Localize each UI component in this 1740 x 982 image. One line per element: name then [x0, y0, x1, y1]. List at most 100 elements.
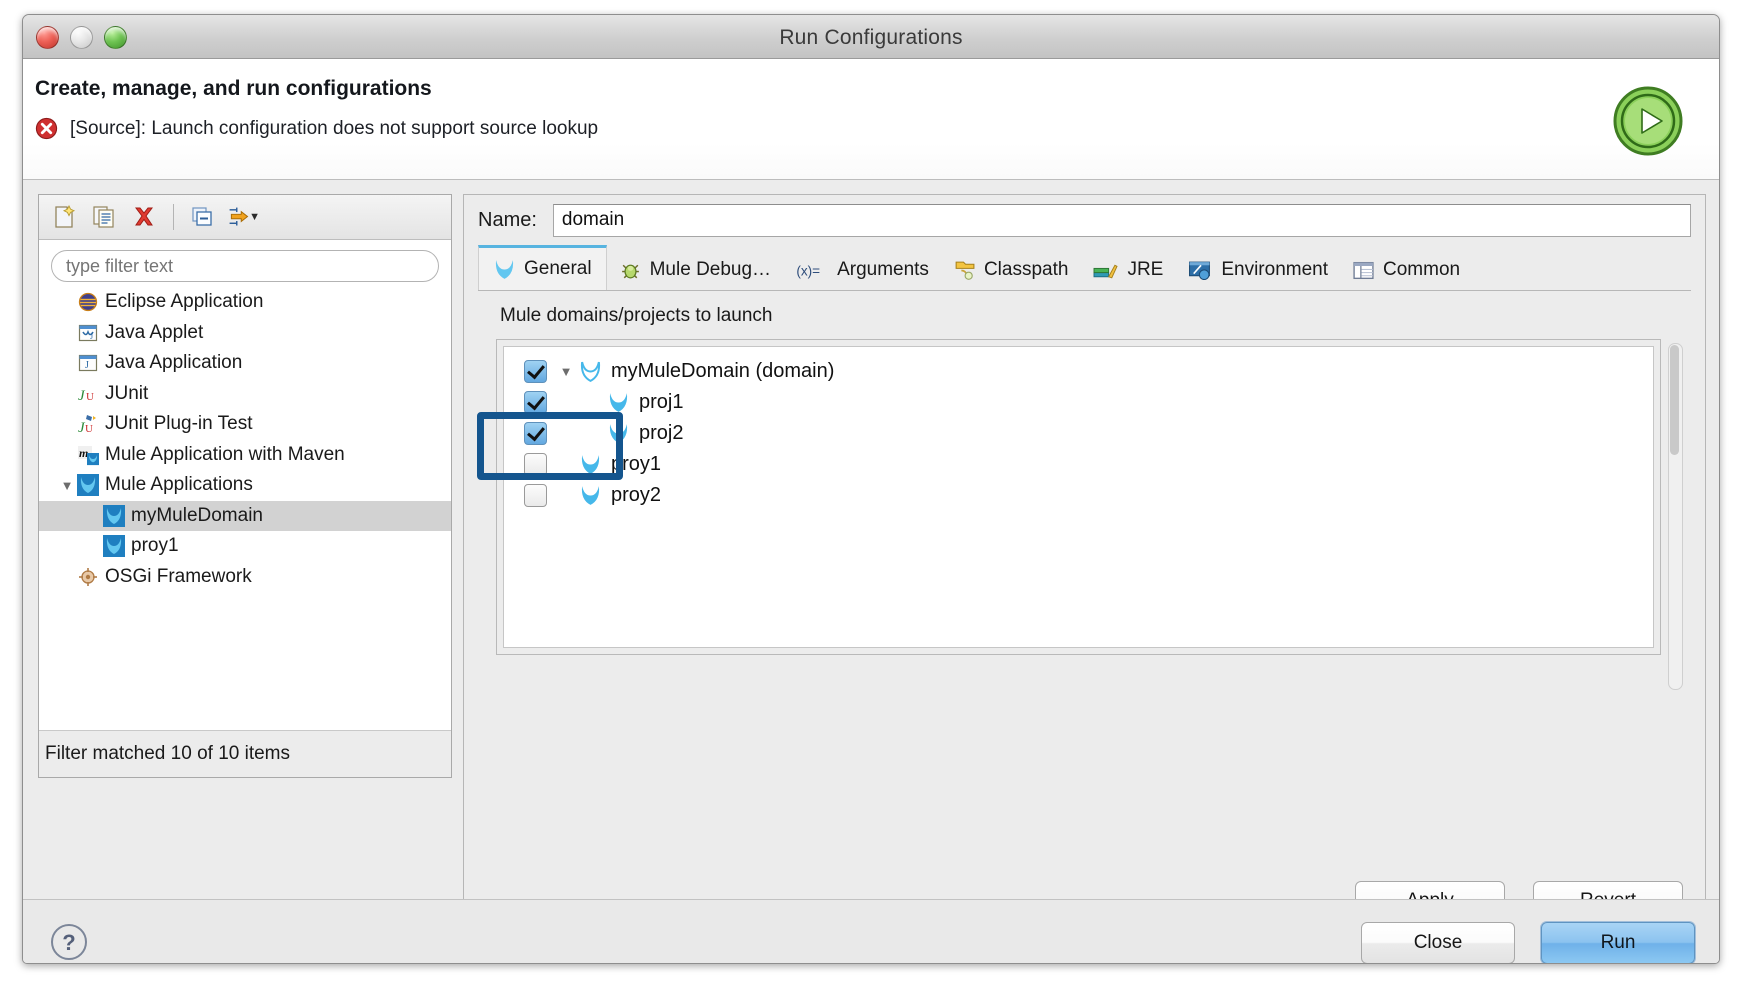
tree-item-java-applet[interactable]: J Java Applet — [39, 318, 451, 349]
mule-icon — [77, 474, 99, 496]
name-label: Name: — [478, 209, 537, 232]
tree-item-proy1[interactable]: proy1 — [39, 531, 451, 562]
tree-item-eclipse-application[interactable]: Eclipse Application — [39, 287, 451, 318]
tree-item-mule-application-with-maven[interactable]: m Mule Application with Maven — [39, 440, 451, 471]
tree-item-label: Mule Application with Maven — [105, 444, 345, 466]
launch-row-label: proy2 — [611, 484, 661, 507]
mule-icon — [607, 391, 630, 414]
svg-text:m: m — [79, 446, 88, 460]
filter-arrow-icon — [226, 204, 251, 230]
tree-item-label: myMuleDomain — [131, 505, 263, 527]
duplicate-launch-configuration-button[interactable] — [87, 200, 121, 234]
tree-item-mymuledomain[interactable]: myMuleDomain — [39, 501, 451, 532]
mule-maven-icon: m — [77, 444, 99, 466]
scrollbar-thumb[interactable] — [1670, 345, 1679, 455]
tab-mule-debug[interactable]: Mule Debug… — [607, 250, 783, 290]
osgi-icon — [77, 566, 99, 588]
collapse-all-button[interactable] — [186, 200, 220, 234]
tree-item-mule-applications[interactable]: ▼ Mule Applications — [39, 470, 451, 501]
launch-row-mymuledomain[interactable]: ▼ myMuleDomain (domain) — [504, 356, 1653, 387]
tab-classpath[interactable]: Classpath — [941, 250, 1081, 290]
launch-targets-box: ▼ myMuleDomain (domain) — [496, 339, 1661, 655]
tree-item-osgi-framework[interactable]: OSGi Framework — [39, 562, 451, 593]
run-button[interactable]: Run — [1541, 922, 1695, 964]
mule-icon — [103, 505, 125, 527]
tree-item-label: JUnit — [105, 383, 148, 405]
chevron-down-icon[interactable]: ▼ — [57, 478, 77, 493]
vertical-scrollbar[interactable] — [1668, 343, 1683, 690]
group-label: Mule domains/projects to launch — [478, 291, 1691, 335]
mule-icon — [579, 484, 602, 507]
launch-config-tree[interactable]: Eclipse Application J Java Applet — [39, 287, 451, 730]
tree-item-label: JUnit Plug-in Test — [105, 413, 253, 435]
launch-row-proj1[interactable]: proj1 — [504, 387, 1653, 418]
launch-checkbox[interactable] — [524, 453, 547, 476]
error-icon — [35, 117, 58, 140]
tab-environment[interactable]: Environment — [1175, 250, 1340, 290]
classpath-icon — [953, 259, 976, 282]
environment-icon — [1187, 259, 1213, 282]
tab-label: JRE — [1127, 259, 1163, 281]
tree-item-label: Java Application — [105, 352, 242, 374]
launch-checkbox[interactable] — [524, 422, 547, 445]
red-x-icon — [131, 204, 157, 230]
tree-item-label: Mule Applications — [105, 474, 253, 496]
tab-label: Classpath — [984, 259, 1069, 281]
delete-launch-configuration-button[interactable] — [127, 200, 161, 234]
resize-grip[interactable] — [1697, 963, 1713, 964]
tree-item-junit[interactable]: J U JUnit — [39, 379, 451, 410]
java-applet-icon: J — [77, 322, 99, 344]
mule-outline-icon — [579, 360, 602, 383]
mule-icon — [607, 422, 630, 445]
tree-item-java-application[interactable]: J Java Application — [39, 348, 451, 379]
dialog-footer: ? Close Run — [23, 899, 1719, 964]
help-question-icon[interactable]: ? — [49, 922, 89, 962]
new-launch-configuration-button[interactable] — [47, 200, 81, 234]
svg-text:?: ? — [62, 930, 75, 955]
chevron-down-icon[interactable]: ▼ — [553, 364, 579, 379]
tab-jre[interactable]: JRE — [1080, 250, 1175, 290]
filter-field-wrap — [39, 240, 451, 288]
left-panel-toolbar: ▼ — [39, 195, 451, 240]
eclipse-icon — [77, 291, 99, 313]
svg-text:U: U — [86, 391, 94, 403]
configuration-name-input[interactable] — [553, 204, 1691, 237]
launch-targets-list[interactable]: ▼ myMuleDomain (domain) — [503, 346, 1654, 648]
tab-label: Arguments — [837, 259, 929, 281]
tree-item-junit-plugin-test[interactable]: J U JUnit Plug-in Test — [39, 409, 451, 440]
toolbar-separator — [173, 204, 174, 230]
junit-plugin-icon: J U — [77, 413, 99, 435]
launch-row-label: myMuleDomain (domain) — [611, 360, 834, 383]
launch-row-label: proj1 — [639, 391, 683, 414]
window-title: Run Configurations — [23, 26, 1719, 50]
footer-buttons: Close Run — [1361, 922, 1695, 964]
svg-text:J: J — [90, 332, 93, 341]
chevron-down-icon: ▼ — [249, 211, 260, 223]
java-application-icon: J — [77, 352, 99, 374]
common-table-icon — [1352, 259, 1375, 282]
tab-common[interactable]: Common — [1340, 250, 1472, 290]
launch-checkbox[interactable] — [524, 360, 547, 383]
configuration-tabs: General Mule Debug… — [478, 245, 1691, 291]
page-title: Create, manage, and run configurations — [35, 77, 432, 101]
launch-row-proy2[interactable]: proy2 — [504, 480, 1653, 511]
tab-label: Mule Debug… — [650, 259, 771, 281]
close-button[interactable]: Close — [1361, 922, 1515, 964]
launch-row-proy1[interactable]: proy1 — [504, 449, 1653, 480]
tree-item-label: Eclipse Application — [105, 291, 263, 313]
tab-general[interactable]: General — [478, 245, 607, 290]
svg-text:J: J — [78, 388, 86, 404]
filter-launch-configurations-button[interactable]: ▼ — [226, 200, 260, 234]
dialog-body: ▼ Eclipse Application — [23, 180, 1719, 899]
launch-checkbox[interactable] — [524, 391, 547, 414]
launch-row-label: proj2 — [639, 422, 683, 445]
configuration-editor-panel: Name: General — [463, 194, 1706, 938]
new-document-icon — [51, 204, 77, 230]
tab-arguments[interactable]: (x)= Arguments — [783, 250, 941, 290]
variables-icon: (x)= — [795, 259, 829, 282]
launch-checkbox[interactable] — [524, 484, 547, 507]
svg-text:U: U — [85, 423, 93, 435]
search-input[interactable] — [51, 250, 439, 282]
tree-item-label: Java Applet — [105, 322, 203, 344]
launch-row-proj2[interactable]: proj2 — [504, 418, 1653, 449]
